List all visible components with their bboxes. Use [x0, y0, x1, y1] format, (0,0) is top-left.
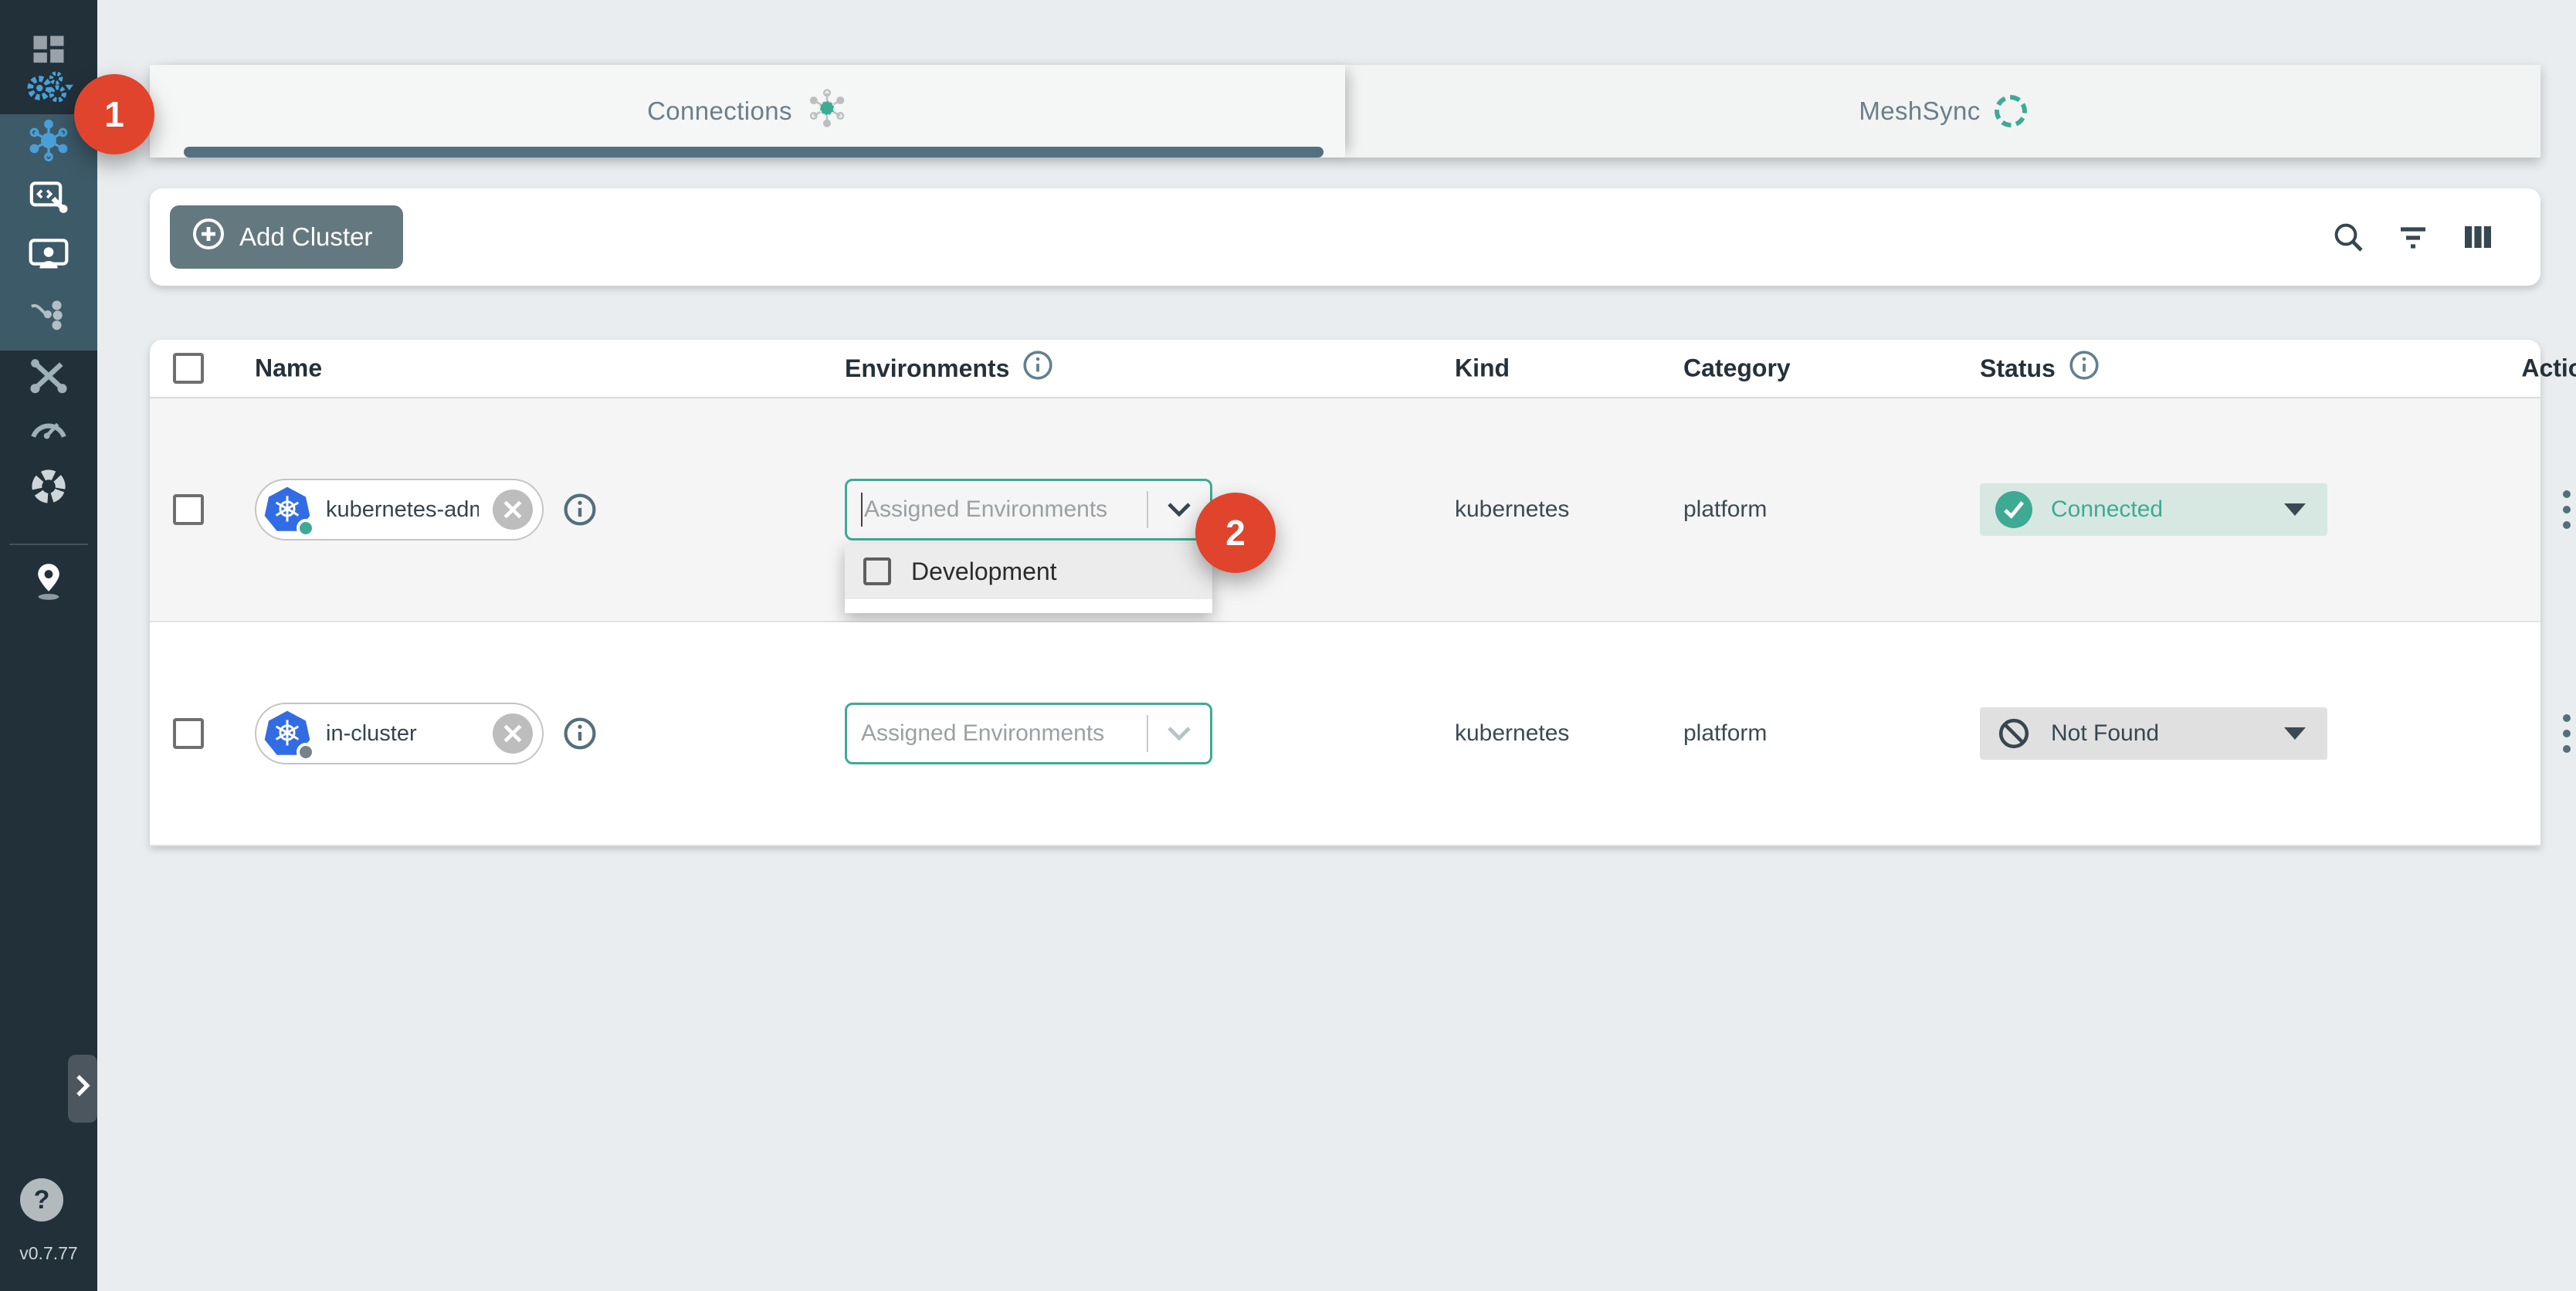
option-label: Development: [911, 557, 1057, 586]
column-header-category[interactable]: Category: [1683, 354, 1791, 383]
sidebar-item-environments-pin[interactable]: [0, 559, 97, 612]
chevron-down-icon[interactable]: [1148, 726, 1210, 741]
avatar-status-dot: [297, 519, 315, 537]
view-columns-icon[interactable]: [2459, 218, 2497, 256]
mesh-network-icon: [806, 87, 848, 135]
connection-name-chip[interactable]: in-cluster: [255, 703, 544, 764]
meshery-app: ? v0.7.77 1 Connections MeshSync: [0, 0, 2576, 1291]
column-header-environments-label: Environments: [845, 354, 1009, 383]
walkthrough-step-1-badge[interactable]: 1: [74, 74, 154, 154]
info-icon[interactable]: [2068, 349, 2100, 388]
column-header-actions: Actions: [2497, 354, 2576, 383]
avatar-status-dot: [297, 743, 315, 761]
table-rows: kubernetes-admin... Assigned Environment…: [150, 398, 2540, 846]
configuration-tools-icon: [27, 357, 70, 403]
tab-meshsync[interactable]: MeshSync: [1345, 65, 2540, 158]
connections-toolbar: Add Cluster: [150, 188, 2540, 286]
info-icon[interactable]: [1022, 349, 1054, 388]
row-actions-kebab-icon[interactable]: [2557, 484, 2576, 535]
connections-table: Name Environments Kind Category Status A…: [150, 340, 2540, 846]
category-cell: platform: [1683, 496, 1767, 523]
pipeline-branch-icon: [27, 293, 70, 340]
kind-cell: kubernetes: [1455, 496, 1569, 523]
tabbar: Connections MeshSync: [150, 65, 2540, 158]
tab-connections-label: Connections: [647, 97, 792, 126]
toolbar-icons: [2329, 188, 2497, 286]
walkthrough-step-2-badge[interactable]: 2: [1195, 493, 1276, 573]
extensions-mosaic-icon: [27, 465, 70, 514]
sidebar-item-screen-user[interactable]: [0, 232, 97, 284]
sidebar-item-extensions[interactable]: [0, 463, 97, 516]
sidebar: ? v0.7.77: [0, 0, 97, 1291]
column-header-name[interactable]: Name: [255, 354, 322, 383]
connection-name-chip[interactable]: kubernetes-admin...: [255, 479, 544, 540]
text-caret: [861, 493, 863, 527]
environments-dropdown-menu: Development: [845, 544, 1212, 613]
plus-circle-icon: [192, 217, 225, 257]
environments-placeholder: Assigned Environments: [847, 720, 1147, 747]
row-actions-kebab-icon[interactable]: [2557, 708, 2576, 759]
adapters-code-wrench-icon: [27, 178, 70, 224]
search-icon[interactable]: [2329, 218, 2368, 256]
dashed-ring-icon: [1995, 95, 2027, 127]
assigned-environments-select[interactable]: Assigned Environments: [845, 479, 1212, 540]
environments-select-wrap: Assigned Environments Development: [845, 703, 1212, 764]
connection-info-icon[interactable]: [562, 716, 598, 751]
category-cell: platform: [1683, 720, 1767, 747]
environment-option-development[interactable]: Development: [845, 544, 1212, 599]
column-header-status-label: Status: [1980, 354, 2056, 383]
tab-meshsync-label: MeshSync: [1859, 97, 1980, 126]
assigned-environments-select[interactable]: Assigned Environments: [845, 703, 1212, 764]
help-button[interactable]: ?: [20, 1178, 63, 1222]
filter-icon[interactable]: [2394, 218, 2432, 256]
help-label: ?: [34, 1185, 50, 1215]
connection-name-label: kubernetes-admin...: [326, 497, 479, 523]
row-checkbox[interactable]: [173, 718, 204, 749]
status-dropdown-arrow-icon: [2284, 503, 2306, 516]
table-row: in-cluster Assigned Environments: [150, 622, 2540, 846]
column-header-kind[interactable]: Kind: [1455, 354, 1510, 383]
collapse-chevron-icon: [74, 1073, 91, 1104]
sidebar-item-pipeline[interactable]: [0, 290, 97, 343]
sidebar-item-performance[interactable]: [0, 405, 97, 457]
sidebar-item-configuration[interactable]: [0, 354, 97, 406]
delete-connection-icon[interactable]: [493, 713, 533, 754]
row-checkbox[interactable]: [173, 494, 204, 525]
column-header-status[interactable]: Status: [1980, 349, 2100, 388]
status-select[interactable]: Connected: [1980, 483, 2327, 536]
environments-select-wrap: Assigned Environments Development 2: [845, 479, 1212, 540]
not-found-block-icon: [1995, 715, 2032, 752]
status-dropdown-arrow-icon: [2284, 727, 2306, 740]
status-label: Not Found: [2051, 720, 2159, 747]
delete-connection-icon[interactable]: [493, 490, 533, 530]
column-header-environments[interactable]: Environments: [845, 349, 1054, 388]
table-row: kubernetes-admin... Assigned Environment…: [150, 398, 2540, 622]
connection-info-icon[interactable]: [562, 492, 598, 527]
lifecycle-gears-icon: [24, 66, 73, 116]
screen-user-icon: [27, 235, 70, 281]
sidebar-collapse-toggle[interactable]: [68, 1055, 97, 1123]
status-label: Connected: [2051, 496, 2163, 523]
app-version: v0.7.77: [0, 1243, 97, 1264]
select-all-checkbox[interactable]: [173, 353, 204, 384]
performance-speedometer-icon: [27, 409, 70, 452]
connection-avatar: [263, 709, 312, 758]
connected-check-icon: [1995, 491, 2032, 528]
connection-avatar: [263, 485, 312, 534]
sidebar-item-adapters[interactable]: [0, 175, 97, 227]
sidebar-divider: [9, 544, 88, 545]
add-cluster-label: Add Cluster: [239, 222, 372, 252]
active-tab-indicator: [184, 147, 1324, 158]
environments-placeholder: Assigned Environments: [847, 493, 1147, 527]
status-select[interactable]: Not Found: [1980, 707, 2327, 760]
connection-name-label: in-cluster: [326, 721, 479, 747]
add-cluster-button[interactable]: Add Cluster: [170, 205, 403, 269]
option-checkbox[interactable]: [863, 557, 891, 585]
connections-network-icon: [25, 117, 72, 170]
table-header-row: Name Environments Kind Category Status A…: [150, 340, 2540, 398]
kind-cell: kubernetes: [1455, 720, 1569, 747]
tab-connections[interactable]: Connections: [150, 65, 1345, 158]
location-pin-icon: [29, 561, 69, 610]
